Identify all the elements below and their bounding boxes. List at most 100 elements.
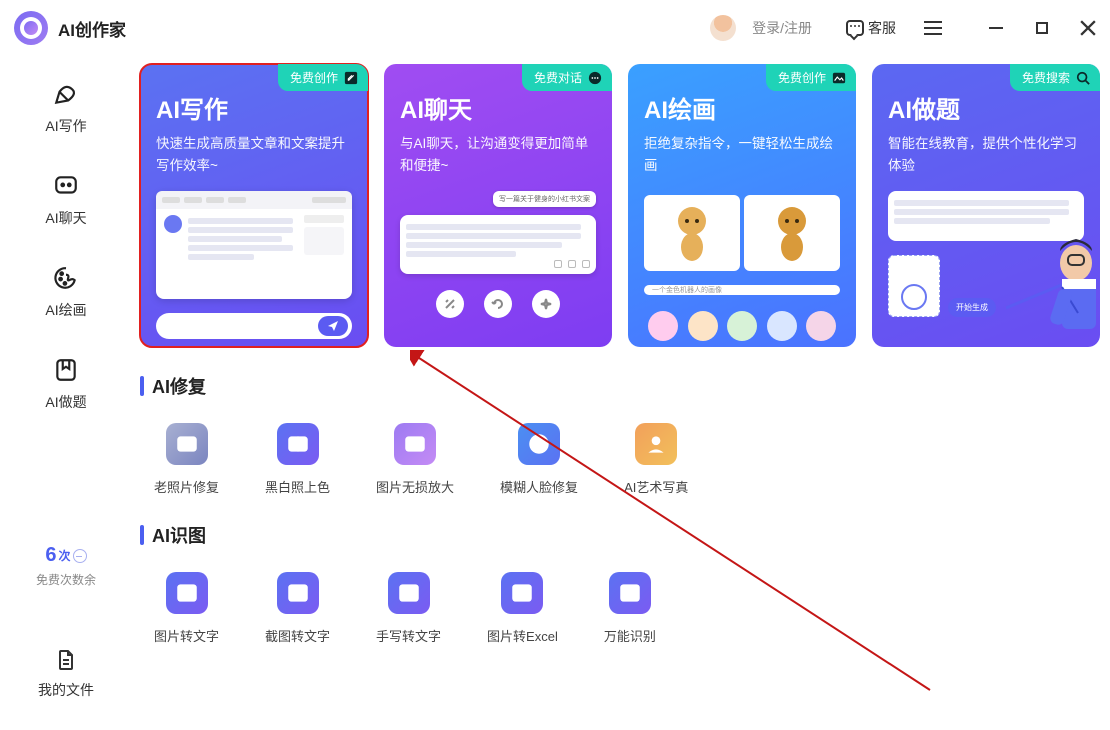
tool-screenshot-to-text[interactable]: 截图转文字 bbox=[265, 572, 330, 645]
scan-icon bbox=[609, 572, 651, 614]
sidebar-item-label: AI聊天 bbox=[45, 208, 86, 228]
sidebar-item-draw[interactable]: AI绘画 bbox=[45, 264, 86, 320]
badge-text: 免费搜索 bbox=[1022, 69, 1070, 86]
tool-old-photo-repair[interactable]: 老照片修复 bbox=[154, 423, 219, 496]
my-files-button[interactable]: 我的文件 bbox=[38, 648, 94, 700]
file-icon bbox=[54, 648, 78, 672]
colorize-icon bbox=[277, 423, 319, 465]
face-icon bbox=[518, 423, 560, 465]
card-badge: 免费对话 bbox=[522, 64, 612, 91]
sidebar-item-label: AI绘画 bbox=[45, 300, 86, 320]
tutor-illustration-icon bbox=[1006, 223, 1100, 347]
emoji-row bbox=[644, 311, 840, 341]
sidebar: AI写作 AI聊天 AI绘画 AI做题 6 次 免费次数余 我的文件 bbox=[0, 56, 132, 730]
generate-button-label: 开始生成 bbox=[948, 298, 996, 317]
edit-icon bbox=[344, 71, 358, 85]
avatar-icon[interactable] bbox=[710, 15, 736, 41]
card-ai-write[interactable]: 免费创作 AI写作 快速生成高质量文章和文案提升写作效率~ bbox=[140, 64, 368, 347]
card-preview: 写一篇关于健身的小红书文案 bbox=[400, 191, 596, 341]
section-title: AI修复 bbox=[152, 373, 206, 399]
chat-dots-icon bbox=[588, 71, 602, 85]
my-files-label: 我的文件 bbox=[38, 680, 94, 700]
window-maximize-button[interactable] bbox=[1034, 20, 1050, 36]
card-preview: 一个金色机器人的画像 bbox=[644, 191, 840, 341]
tool-handwriting-to-text[interactable]: 手写转文字 bbox=[376, 572, 441, 645]
clock-icon bbox=[73, 549, 87, 563]
main-content: 免费创作 AI写作 快速生成高质量文章和文案提升写作效率~ bbox=[132, 56, 1110, 730]
image-text-icon bbox=[166, 572, 208, 614]
tool-face-repair[interactable]: 模糊人脸修复 bbox=[500, 423, 578, 496]
card-preview bbox=[156, 191, 352, 341]
sidebar-item-label: AI做题 bbox=[45, 392, 86, 412]
tool-upscale[interactable]: 图片无损放大 bbox=[376, 423, 454, 496]
tool-label: 手写转文字 bbox=[376, 626, 441, 645]
title-bar: AI创作家 登录/注册 客服 bbox=[0, 0, 1110, 56]
badge-text: 免费创作 bbox=[778, 69, 826, 86]
tool-label: 黑白照上色 bbox=[265, 477, 330, 496]
card-ai-chat[interactable]: 免费对话 AI聊天 与AI聊天，让沟通变得更加简单和便捷~ 写一篇关于健身的小红… bbox=[384, 64, 612, 347]
chat-bubble-icon bbox=[846, 20, 864, 36]
sidebar-item-label: AI写作 bbox=[45, 116, 86, 136]
card-badge: 免费搜索 bbox=[1010, 64, 1100, 91]
tool-ai-portrait[interactable]: AI艺术写真 bbox=[624, 423, 688, 496]
login-link[interactable]: 登录/注册 bbox=[752, 18, 812, 38]
badge-text: 免费创作 bbox=[290, 69, 338, 86]
draw-prompt-text: 一个金色机器人的画像 bbox=[652, 285, 722, 295]
card-title: AI写作 bbox=[156, 90, 352, 125]
support-button[interactable]: 客服 bbox=[846, 18, 896, 38]
card-desc: 快速生成高质量文章和文案提升写作效率~ bbox=[156, 133, 352, 181]
menu-icon[interactable] bbox=[924, 21, 942, 35]
app-logo-icon bbox=[14, 11, 48, 45]
window-close-button[interactable] bbox=[1080, 20, 1096, 36]
app-title: AI创作家 bbox=[58, 16, 126, 41]
tool-label: 万能识别 bbox=[604, 626, 656, 645]
tool-image-to-text[interactable]: 图片转文字 bbox=[154, 572, 219, 645]
section-ai-repair: AI修复 老照片修复 黑白照上色 图片无损放大 模糊人脸修复 AI艺术写真 bbox=[140, 373, 1100, 496]
free-count-number: 6 bbox=[45, 544, 56, 567]
sidebar-item-write[interactable]: AI写作 bbox=[45, 80, 86, 136]
card-title: AI聊天 bbox=[400, 90, 596, 125]
search-icon bbox=[1076, 71, 1090, 85]
card-desc: 拒绝复杂指令，一键轻松生成绘画 bbox=[644, 133, 840, 181]
portrait-icon bbox=[635, 423, 677, 465]
card-badge: 免费创作 bbox=[278, 64, 368, 91]
tool-label: 图片转Excel bbox=[487, 626, 558, 645]
support-label: 客服 bbox=[868, 18, 896, 38]
tool-label: AI艺术写真 bbox=[624, 477, 688, 496]
section-title: AI识图 bbox=[152, 522, 206, 548]
doll-preview-icon bbox=[744, 195, 840, 271]
free-quota[interactable]: 6 次 免费次数余 bbox=[36, 544, 96, 588]
excel-icon bbox=[501, 572, 543, 614]
window-minimize-button[interactable] bbox=[988, 20, 1004, 36]
handwriting-icon bbox=[388, 572, 430, 614]
free-count-unit: 次 bbox=[59, 547, 71, 564]
chat-bubble-text: 写一篇关于健身的小红书文案 bbox=[493, 191, 596, 207]
photo-icon bbox=[166, 423, 208, 465]
tool-label: 截图转文字 bbox=[265, 626, 330, 645]
card-ai-solve[interactable]: 免费搜索 AI做题 智能在线教育，提供个性化学习体验 开始生成 bbox=[872, 64, 1100, 347]
badge-text: 免费对话 bbox=[534, 69, 582, 86]
sidebar-item-chat[interactable]: AI聊天 bbox=[45, 172, 86, 228]
card-title: AI做题 bbox=[888, 90, 1084, 125]
tool-label: 图片转文字 bbox=[154, 626, 219, 645]
card-badge: 免费创作 bbox=[766, 64, 856, 91]
sparkle-icon bbox=[532, 290, 560, 318]
screenshot-icon bbox=[277, 572, 319, 614]
pen-icon bbox=[52, 80, 80, 108]
refresh-icon bbox=[484, 290, 512, 318]
tool-label: 老照片修复 bbox=[154, 477, 219, 496]
tool-universal-ocr[interactable]: 万能识别 bbox=[604, 572, 656, 645]
doll-preview-icon bbox=[644, 195, 740, 271]
section-ai-ocr: AI识图 图片转文字 截图转文字 手写转文字 图片转Excel 万能识别 bbox=[140, 522, 1100, 645]
free-quota-label: 免费次数余 bbox=[36, 571, 96, 588]
upscale-icon bbox=[394, 423, 436, 465]
card-ai-draw[interactable]: 免费创作 AI绘画 拒绝复杂指令，一键轻松生成绘画 一个金色机器人的画像 bbox=[628, 64, 856, 347]
tool-bw-colorize[interactable]: 黑白照上色 bbox=[265, 423, 330, 496]
sidebar-item-solve[interactable]: AI做题 bbox=[45, 356, 86, 412]
upload-box-icon bbox=[888, 255, 940, 317]
chat-icon bbox=[52, 172, 80, 200]
card-desc: 智能在线教育，提供个性化学习体验 bbox=[888, 133, 1084, 181]
wand-icon bbox=[436, 290, 464, 318]
tool-image-to-excel[interactable]: 图片转Excel bbox=[487, 572, 558, 645]
palette-icon bbox=[52, 264, 80, 292]
